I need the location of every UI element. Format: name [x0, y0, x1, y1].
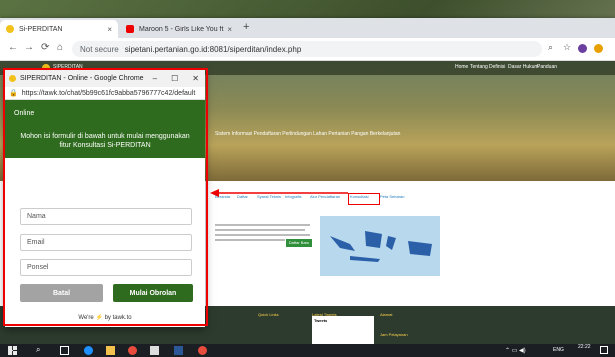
- close-tab-icon[interactable]: ×: [227, 25, 232, 34]
- konsultasi-highlight-box: [348, 193, 380, 205]
- tab-siperditan[interactable]: Si-PERDITAN ×: [0, 20, 118, 38]
- zoom-icon[interactable]: ⌕: [548, 42, 553, 53]
- hero-title: Sistem Informasi Pendaftaran Perlindunga…: [215, 131, 401, 137]
- indonesia-map[interactable]: [320, 216, 440, 276]
- language-indicator[interactable]: ENG: [553, 347, 564, 353]
- edge-icon[interactable]: [84, 346, 93, 355]
- forward-icon[interactable]: →: [24, 42, 34, 53]
- not-secure-label: Not secure: [80, 44, 119, 54]
- annotation-arrow: [210, 189, 348, 197]
- tweets-title: Tweets: [314, 318, 328, 323]
- chrome-icon[interactable]: [128, 346, 137, 355]
- browser-toolbar: ← → ⟳ ⌂ Not secure sipetani.pertanian.go…: [0, 38, 615, 61]
- bookmark-star-icon[interactable]: ☆: [563, 42, 571, 53]
- daftar-baru-button[interactable]: Daftar Baru: [286, 239, 312, 247]
- url-text: sipetani.pertanian.go.id:8081/siperditan…: [124, 44, 302, 54]
- tab-bar: Si-PERDITAN × Maroon 5 - Girls Like You …: [0, 18, 615, 38]
- tab-label: Si-PERDITAN: [19, 25, 63, 33]
- profile-avatar[interactable]: [578, 44, 587, 53]
- close-tab-icon[interactable]: ×: [107, 25, 112, 34]
- extension-icon[interactable]: [594, 44, 603, 53]
- tweets-widget[interactable]: Tweets: [312, 316, 374, 344]
- footer-jam: Jam Pelayanan: [380, 332, 408, 337]
- menu-panduan[interactable]: Panduan: [537, 64, 557, 70]
- chrome-active-icon[interactable]: [198, 346, 207, 355]
- reload-icon[interactable]: ⟳: [41, 42, 49, 53]
- map-islands: [330, 231, 432, 262]
- word-icon[interactable]: [174, 346, 183, 355]
- tab-youtube[interactable]: Maroon 5 - Girls Like You ft. Ca... ×: [120, 20, 238, 38]
- new-tab-button[interactable]: +: [243, 21, 249, 33]
- start-icon[interactable]: [8, 346, 17, 355]
- menu-tentang[interactable]: Tentang: [470, 64, 488, 70]
- siperditan-favicon-icon: [6, 25, 14, 33]
- address-bar[interactable]: Not secure sipetani.pertanian.go.id:8081…: [72, 41, 542, 57]
- windows-taskbar: ⌕ ⌃ ▭ ◀) ENG 22:22: [0, 344, 615, 357]
- home-icon[interactable]: ⌂: [57, 42, 63, 53]
- system-tray-icons[interactable]: ⌃ ▭ ◀): [505, 347, 526, 354]
- tab-label: Maroon 5 - Girls Like You ft. Ca...: [139, 25, 224, 33]
- search-icon[interactable]: ⌕: [36, 345, 40, 355]
- file-explorer-icon[interactable]: [106, 346, 115, 355]
- notifications-icon[interactable]: [600, 346, 608, 354]
- menu-dasar-hukum[interactable]: Dasar Hukum: [508, 64, 539, 70]
- footer-alamat: Alamat: [380, 312, 393, 317]
- footer-quick-links: Quick Links: [258, 312, 279, 317]
- task-view-icon[interactable]: [60, 346, 69, 355]
- taskbar-clock[interactable]: 22:22: [578, 345, 591, 350]
- menu-home[interactable]: Home: [455, 64, 468, 70]
- chat-highlight-box: [3, 68, 208, 326]
- youtube-favicon-icon: [126, 25, 134, 33]
- back-icon[interactable]: ←: [8, 42, 18, 53]
- store-icon[interactable]: [150, 346, 159, 355]
- tab-peta[interactable]: Peta Sebaran: [380, 194, 404, 199]
- menu-definisi[interactable]: Definisi: [489, 64, 505, 70]
